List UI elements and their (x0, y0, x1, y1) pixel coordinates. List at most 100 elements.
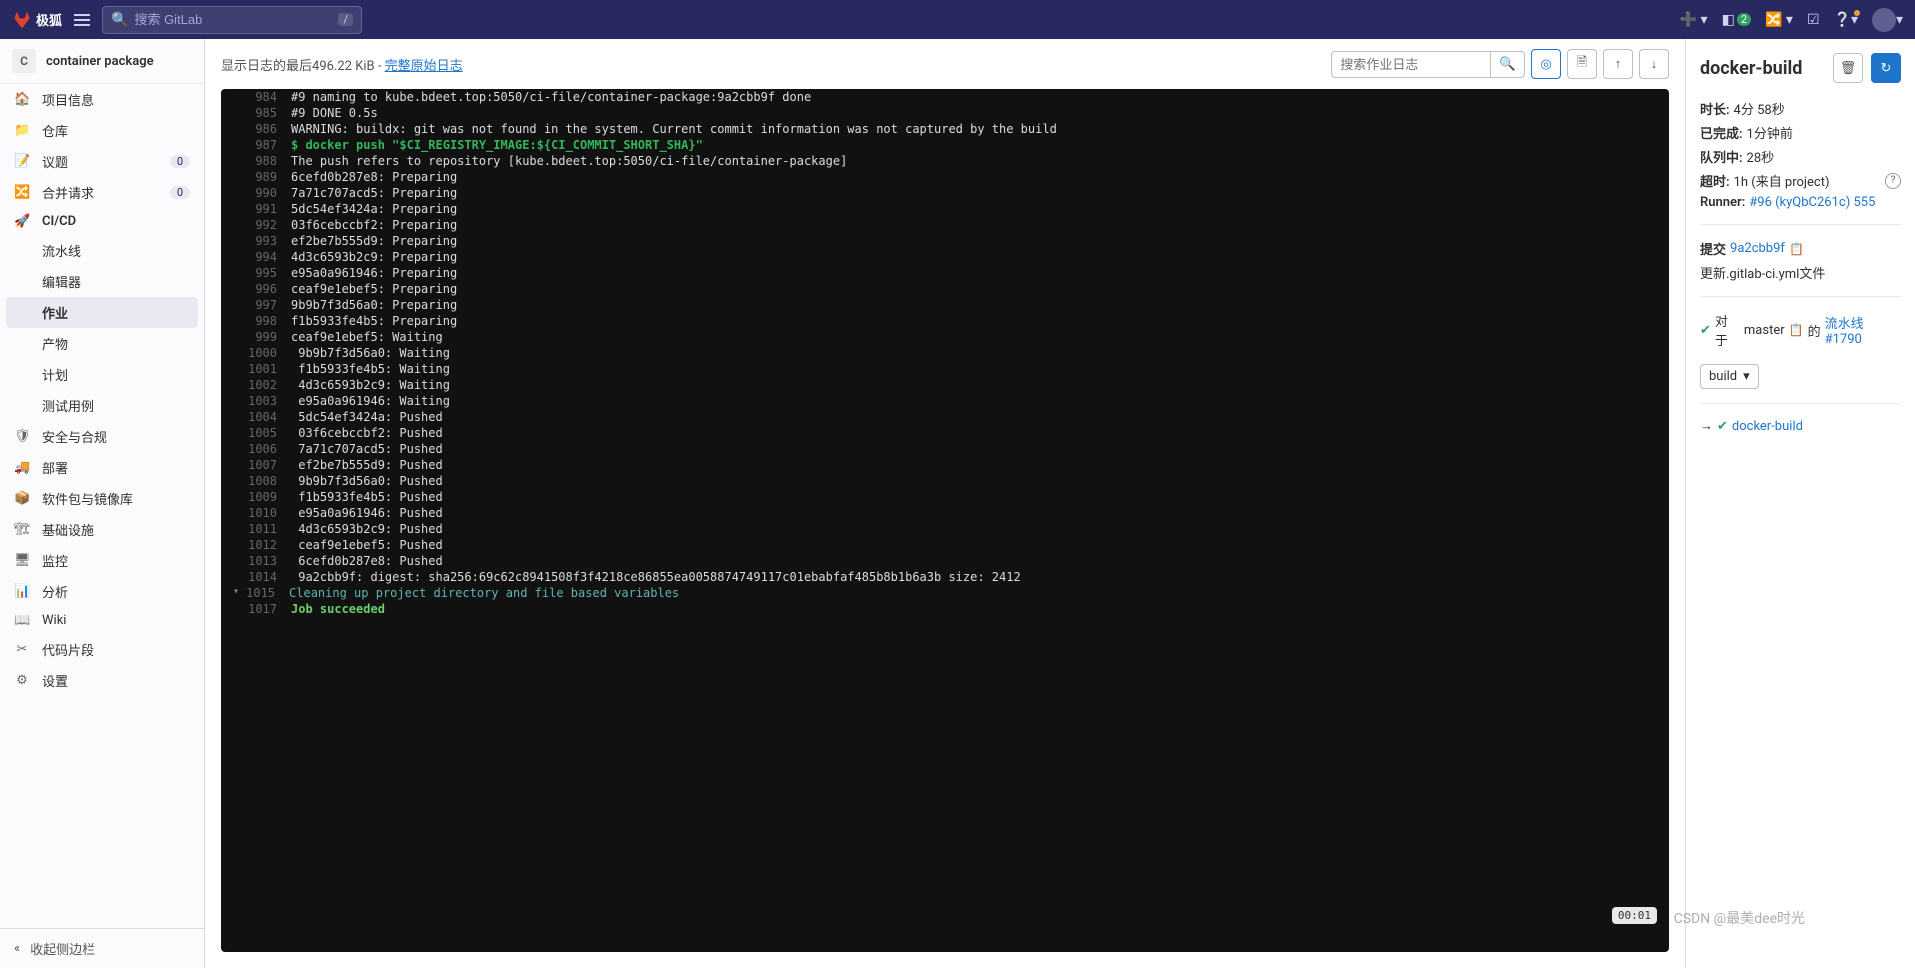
line-number: 990 (245, 186, 291, 200)
nav-label: 代码片段 (42, 640, 94, 659)
sidebar-item-1[interactable]: 📁仓库 (0, 115, 204, 146)
section-timer: 00:01 (1612, 907, 1657, 924)
log-line: 9979b9b7f3d56a0: Preparing (221, 297, 1669, 313)
nav-label: 作业 (42, 303, 68, 322)
sidebar-item-17[interactable]: 📖Wiki (0, 607, 204, 634)
global-search-input[interactable] (128, 12, 338, 27)
line-text: 9a2cbb9f: digest: sha256:69c62c8941508f3… (291, 570, 1021, 584)
pipeline-link[interactable]: 流水线 #1790 (1825, 313, 1901, 347)
log-pane[interactable]: 984#9 naming to kube.bdeet.top:5050/ci-f… (221, 89, 1669, 952)
download-log-button[interactable]: 🗎 (1567, 49, 1597, 79)
scroll-top-button[interactable]: ↑ (1603, 49, 1633, 79)
job-log-search-button[interactable]: 🔍 (1491, 51, 1525, 78)
sidebar-item-8[interactable]: 产物 (0, 328, 204, 359)
stage-dropdown[interactable]: build▾ (1700, 364, 1759, 389)
scroll-target-button[interactable]: ◎ (1531, 49, 1561, 79)
runner-link[interactable]: #96 (kyQbC261c) 555 (1749, 195, 1875, 210)
sidebar-item-7[interactable]: 作业 (6, 297, 198, 328)
line-number: 989 (245, 170, 291, 184)
project-avatar: C (12, 49, 36, 73)
log-line: 1010 e95a0a961946: Pushed (221, 505, 1669, 521)
user-menu[interactable]: ▾ (1872, 8, 1903, 32)
issues-icon[interactable]: ◧ 2 (1722, 12, 1751, 28)
gitlab-icon (12, 10, 32, 30)
line-number: 1009 (245, 490, 291, 504)
merge-requests-icon[interactable]: 🔀 ▾ (1765, 12, 1793, 28)
delete-job-button[interactable]: 🗑 (1833, 53, 1863, 83)
sidebar-item-16[interactable]: 📊分析 (0, 576, 204, 607)
line-text: #9 naming to kube.bdeet.top:5050/ci-file… (291, 90, 811, 104)
log-line: 1003 e95a0a961946: Waiting (221, 393, 1669, 409)
timeout-help-icon[interactable]: ? (1885, 173, 1901, 189)
log-line: 1008 9b9b7f3d56a0: Pushed (221, 473, 1669, 489)
hamburger-icon[interactable] (74, 14, 90, 26)
line-text: #9 DONE 0.5s (291, 106, 378, 120)
sidebar-item-6[interactable]: 编辑器 (0, 266, 204, 297)
line-number: 991 (245, 202, 291, 216)
top-bar: 极狐 🔍 / ➕ ▾ ◧ 2 🔀 ▾ ☑ ❔ ▾ ▾ (0, 0, 1915, 39)
sidebar-item-18[interactable]: ✂代码片段 (0, 634, 204, 665)
commit-sha-link[interactable]: 9a2cbb9f (1730, 241, 1785, 256)
retry-job-button[interactable]: ↻ (1871, 53, 1901, 83)
project-header[interactable]: C container package (0, 39, 204, 84)
nav-badge: 0 (170, 186, 190, 199)
related-job-link[interactable]: docker-build (1732, 419, 1803, 434)
nav-label: 分析 (42, 582, 68, 601)
sidebar: C container package 🏠项目信息📁仓库📝议题0🔀合并请求0🚀C… (0, 39, 205, 968)
log-line: ▾1015Cleaning up project directory and f… (221, 585, 1669, 601)
nav-label: 产物 (42, 334, 68, 353)
collapse-sidebar[interactable]: « 收起侧边栏 (0, 928, 204, 968)
log-line: 993ef2be7b555d9: Preparing (221, 233, 1669, 249)
nav-label: 编辑器 (42, 272, 81, 291)
nav-icon: 🚚 (14, 460, 30, 475)
raw-log-link[interactable]: 完整原始日志 (385, 59, 463, 74)
copy-commit-icon[interactable]: 📋 (1789, 242, 1804, 256)
copy-branch-icon[interactable]: 📋 (1789, 323, 1804, 337)
line-number: 999 (245, 330, 291, 344)
sidebar-item-13[interactable]: 📦软件包与镜像库 (0, 483, 204, 514)
section-toggle-icon[interactable]: ▾ (229, 586, 243, 600)
todos-icon[interactable]: ☑ (1807, 12, 1820, 28)
scroll-bottom-button[interactable]: ↓ (1639, 49, 1669, 79)
sidebar-item-2[interactable]: 📝议题0 (0, 146, 204, 177)
job-log-search-input[interactable] (1331, 51, 1491, 78)
nav-label: 仓库 (42, 121, 68, 140)
sidebar-item-15[interactable]: 🖥监控 (0, 545, 204, 576)
line-text: ceaf9e1ebef5: Waiting (291, 330, 443, 344)
log-line: 9944d3c6593b2c9: Preparing (221, 249, 1669, 265)
line-text: 4d3c6593b2c9: Preparing (291, 250, 457, 264)
log-line: 1004 5dc54ef3424a: Pushed (221, 409, 1669, 425)
log-line: 1000 9b9b7f3d56a0: Waiting (221, 345, 1669, 361)
sidebar-item-11[interactable]: 🛡安全与合规 (0, 421, 204, 452)
global-search[interactable]: 🔍 / (102, 6, 362, 34)
plus-icon[interactable]: ➕ ▾ (1680, 12, 1708, 28)
nav-label: 安全与合规 (42, 427, 107, 446)
brand-text: 极狐 (36, 10, 62, 29)
nav-icon: 📦 (14, 491, 30, 506)
line-number: 1006 (245, 442, 291, 456)
log-line: 1013 6cefd0b287e8: Pushed (221, 553, 1669, 569)
help-icon[interactable]: ❔ ▾ (1834, 12, 1858, 28)
sidebar-item-3[interactable]: 🔀合并请求0 (0, 177, 204, 208)
sidebar-item-10[interactable]: 测试用例 (0, 390, 204, 421)
line-number: 985 (245, 106, 291, 120)
nav-label: Wiki (42, 613, 66, 628)
logo[interactable]: 极狐 (12, 10, 62, 30)
log-line: 1005 03f6cebccbf2: Pushed (221, 425, 1669, 441)
line-number: 1015 (243, 586, 289, 600)
sidebar-item-9[interactable]: 计划 (0, 359, 204, 390)
sidebar-item-12[interactable]: 🚚部署 (0, 452, 204, 483)
line-text: ef2be7b555d9: Preparing (291, 234, 457, 248)
sidebar-item-0[interactable]: 🏠项目信息 (0, 84, 204, 115)
log-line: 1017Job succeeded (221, 601, 1669, 617)
nav-label: 议题 (42, 152, 68, 171)
sidebar-item-19[interactable]: ⚙设置 (0, 665, 204, 696)
line-text: e95a0a961946: Pushed (291, 506, 443, 520)
sidebar-item-4[interactable]: 🚀CI/CD (0, 208, 204, 235)
sidebar-item-14[interactable]: 🏗基础设施 (0, 514, 204, 545)
nav-icon: ⚙ (14, 673, 30, 688)
line-number: 988 (245, 154, 291, 168)
project-name: container package (46, 54, 154, 69)
nav-label: CI/CD (42, 214, 76, 229)
sidebar-item-5[interactable]: 流水线 (0, 235, 204, 266)
